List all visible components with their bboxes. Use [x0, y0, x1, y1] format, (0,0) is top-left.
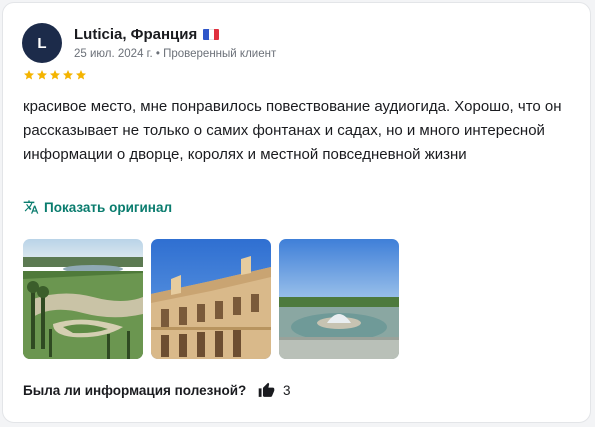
photo-fountain-basin[interactable] — [279, 239, 399, 359]
avatar-initial: L — [37, 34, 47, 52]
star-icon — [37, 70, 47, 80]
avatar: L — [22, 23, 62, 63]
review-text: красивое место, мне понравилось повество… — [23, 98, 562, 163]
author-name: Luticia, Франция — [74, 26, 198, 43]
helpful-question: Была ли информация полезной? — [23, 383, 247, 398]
star-icon — [50, 70, 60, 80]
show-original-link[interactable]: Показать оригинал — [23, 199, 172, 215]
show-original-label: Показать оригинал — [44, 199, 173, 215]
review-card: L Luticia, Франция 25 июл. 2024 г. • Про… — [2, 2, 591, 423]
flag-france-icon — [203, 29, 220, 40]
review-meta: 25 июл. 2024 г. • Проверенный клиент — [74, 48, 276, 60]
like-button[interactable]: 3 — [258, 382, 291, 399]
translate-icon — [23, 200, 39, 214]
star-rating — [23, 69, 87, 81]
review-date: 25 июл. 2024 г. — [74, 48, 153, 60]
thumbs-up-icon — [258, 382, 275, 397]
star-icon — [76, 70, 86, 80]
photo-gardens[interactable] — [23, 239, 143, 359]
star-icon — [63, 70, 73, 80]
review-photos — [23, 239, 399, 359]
author-row: Luticia, Франция — [74, 26, 220, 43]
star-icon — [24, 70, 34, 80]
verified-badge: Проверенный клиент — [163, 48, 277, 60]
like-count: 3 — [283, 383, 291, 398]
meta-separator: • — [155, 48, 160, 60]
photo-palace-facade[interactable] — [151, 239, 271, 359]
